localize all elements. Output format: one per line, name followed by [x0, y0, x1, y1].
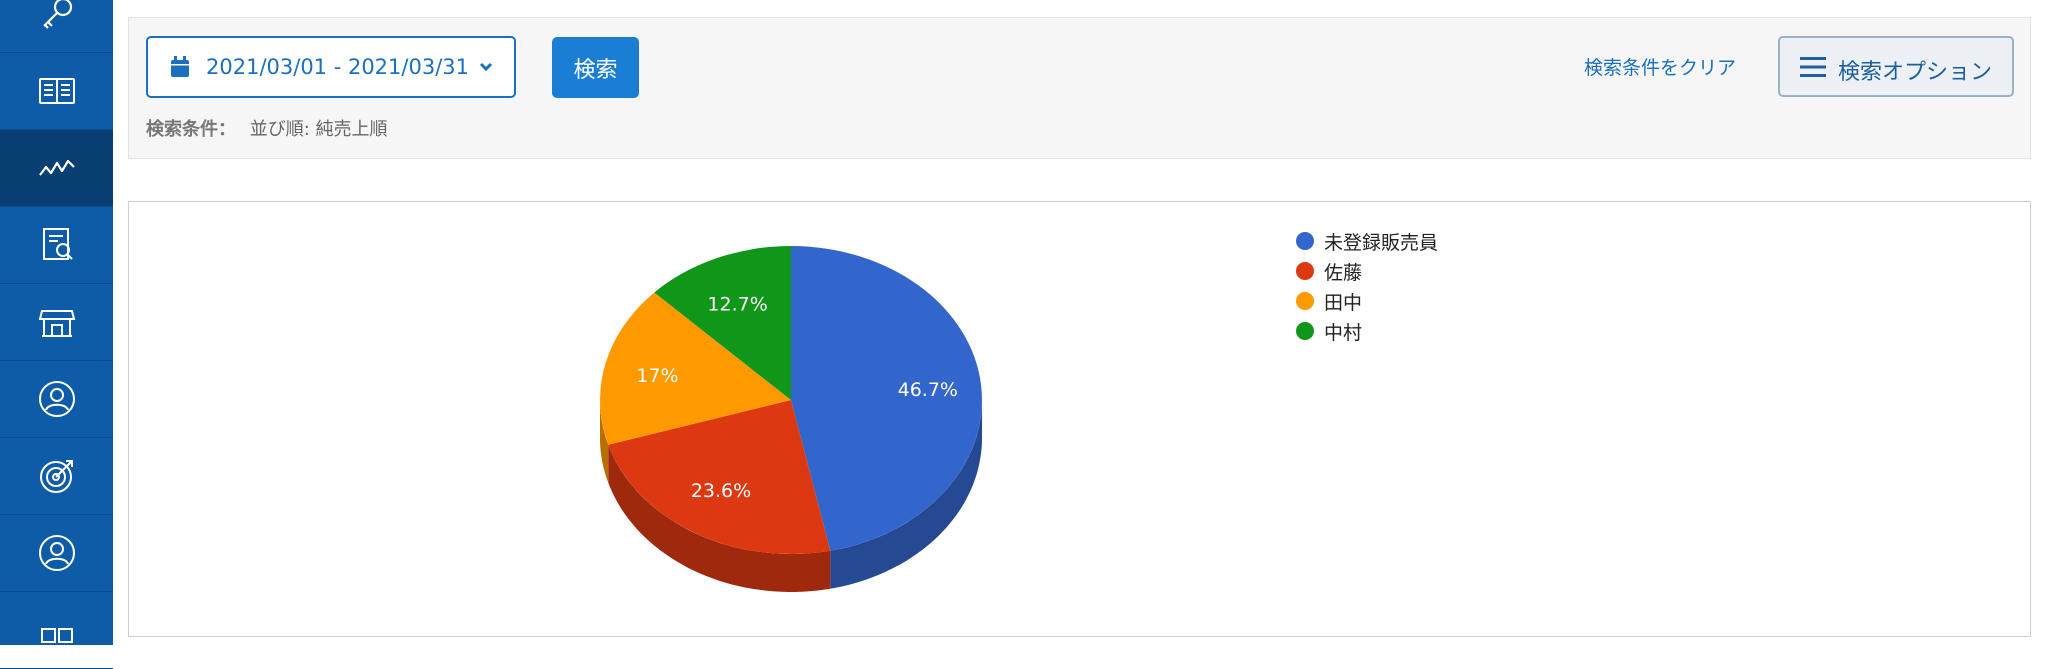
legend-marker-1 [1296, 262, 1314, 280]
pie-chart: 46.7% 23.6% 17% 12.7% [600, 246, 982, 592]
legend-label-2: 田中 [1324, 291, 1363, 314]
legend-item-3[interactable]: 中村 [1296, 316, 1438, 346]
legend-marker-3 [1296, 322, 1314, 340]
pie-data-label-3: 12.7% [707, 294, 767, 316]
pie-data-label-1: 23.6% [691, 480, 751, 502]
legend-marker-2 [1296, 292, 1314, 310]
pie-data-label-2: 17% [636, 365, 678, 387]
legend-item-1[interactable]: 佐藤 [1296, 256, 1438, 286]
legend-label-3: 中村 [1324, 321, 1363, 344]
pie-data-label-0: 46.7% [898, 379, 958, 401]
legend-label-1: 佐藤 [1324, 261, 1363, 284]
legend-item-0[interactable]: 未登録販売員 [1296, 226, 1438, 256]
legend-label-0: 未登録販売員 [1324, 231, 1439, 254]
legend-marker-0 [1296, 232, 1314, 250]
legend-item-2[interactable]: 田中 [1296, 286, 1438, 316]
chart-legend: 未登録販売員 佐藤田中中村 [1296, 226, 1438, 346]
